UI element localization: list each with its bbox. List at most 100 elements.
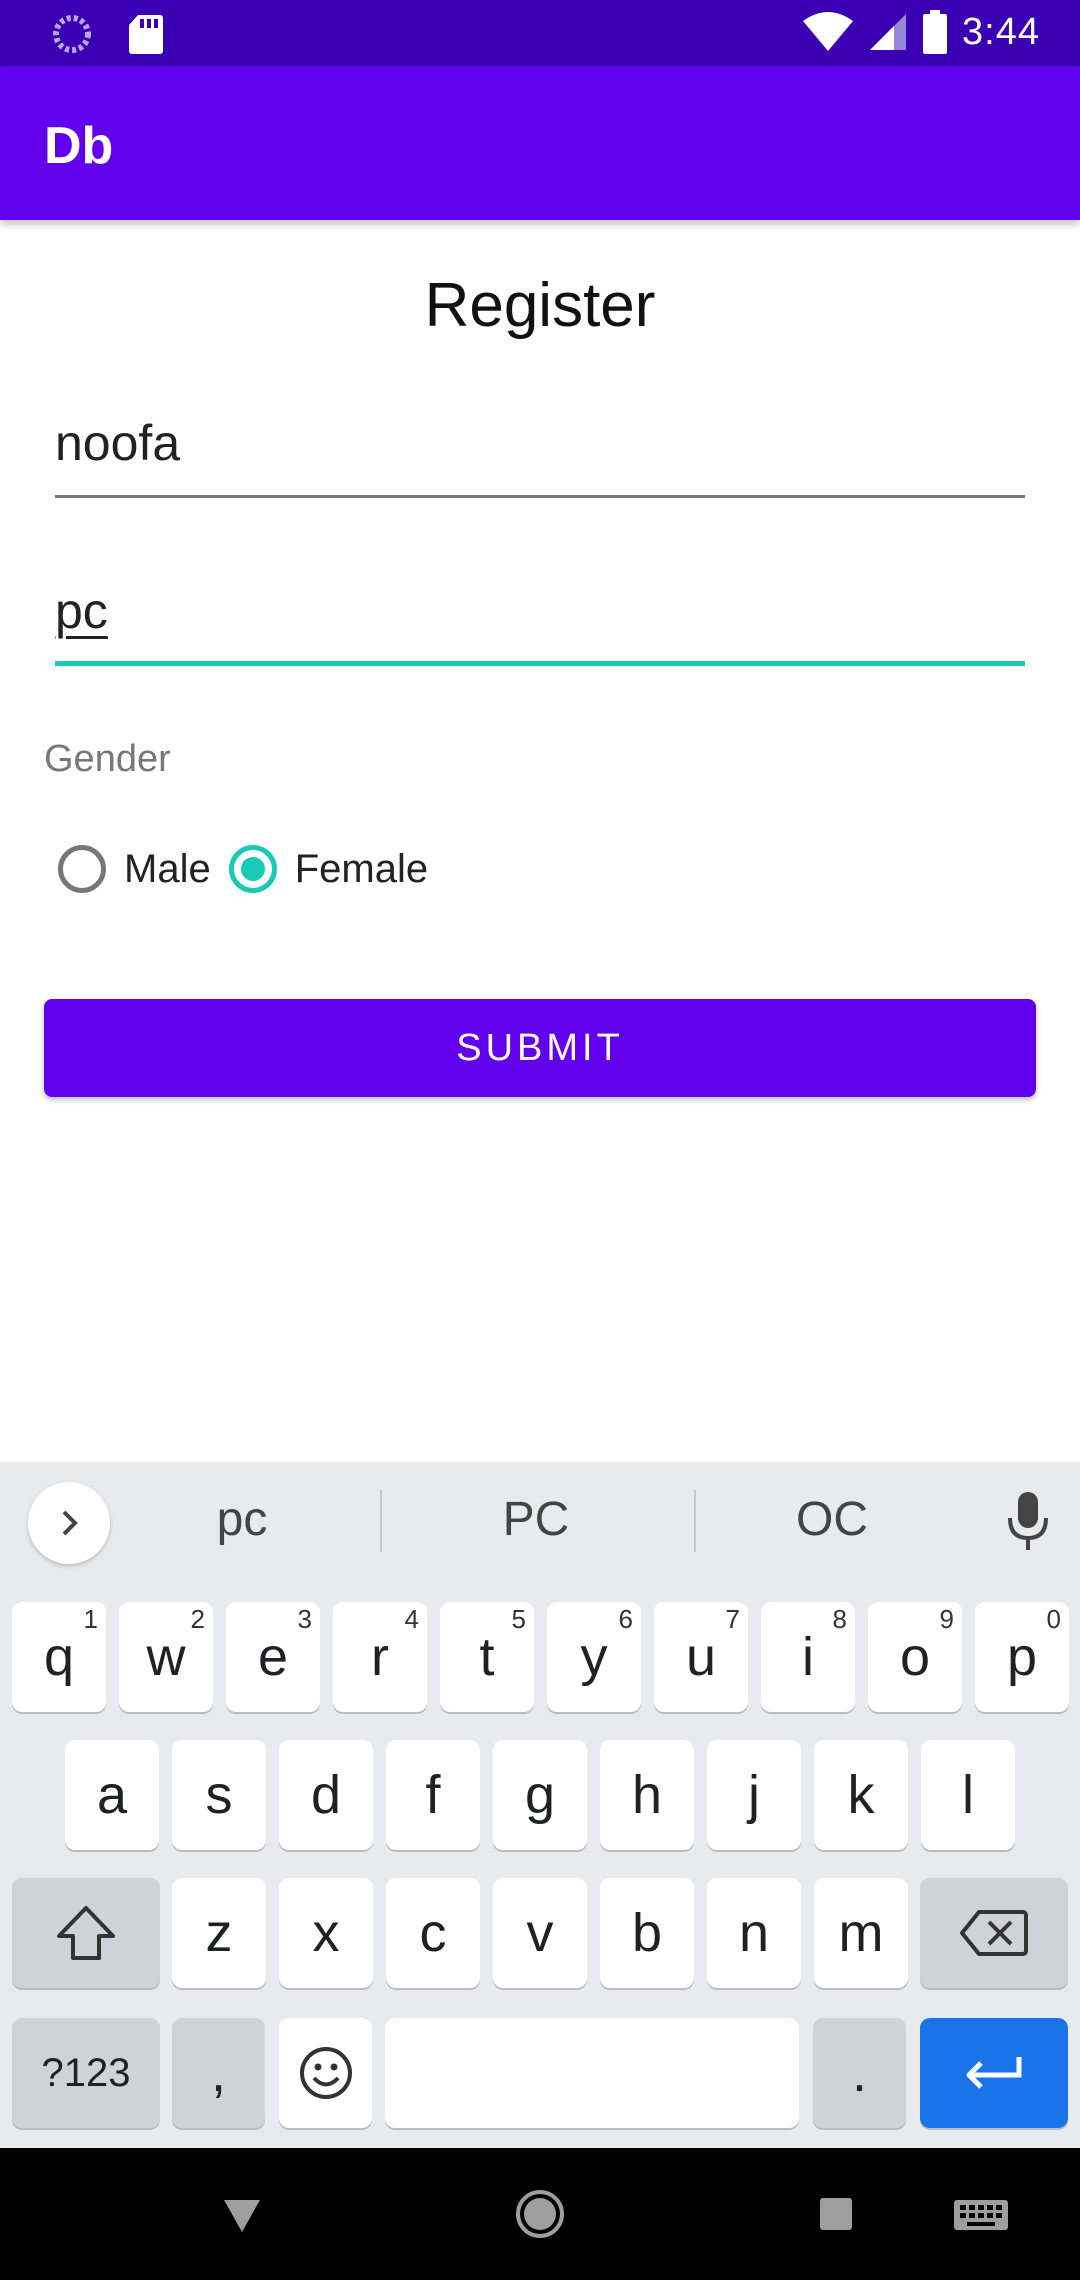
male-label[interactable]: Male: [124, 847, 211, 892]
key-label: r: [371, 1627, 389, 1687]
name-field-value: noofa: [55, 415, 181, 471]
status-bar: 3:44: [0, 0, 1080, 66]
key-label: x: [312, 1903, 340, 1963]
key-v[interactable]: v: [493, 1878, 587, 1988]
second-field-value: pc: [55, 583, 108, 639]
emoji-key[interactable]: [279, 2018, 372, 2128]
key-a[interactable]: a: [65, 1740, 159, 1850]
field-underline-focused: [55, 661, 1025, 666]
key-h[interactable]: h: [600, 1740, 694, 1850]
key-q[interactable]: q1: [12, 1602, 106, 1712]
microphone-icon[interactable]: [1006, 1490, 1050, 1552]
key-hint: 1: [83, 1604, 98, 1634]
chevron-right-icon: [62, 1510, 78, 1536]
key-hint: 8: [832, 1604, 847, 1634]
key-o[interactable]: o9: [868, 1602, 962, 1712]
key-z[interactable]: z: [172, 1878, 266, 1988]
submit-button[interactable]: SUBMIT: [44, 999, 1036, 1097]
keyboard: pc PC OC ?123 , . q 1 w 2 e 3 r 4 t 5 y …: [0, 1462, 1080, 2148]
key-label: t: [479, 1627, 495, 1687]
battery-icon: [923, 10, 948, 54]
app-title: Db: [44, 117, 114, 175]
shift-key[interactable]: [12, 1878, 160, 1988]
key-s[interactable]: s: [172, 1740, 266, 1850]
key-label: e: [257, 1627, 289, 1687]
loading-icon: [53, 15, 91, 53]
key-i[interactable]: i8: [761, 1602, 855, 1712]
navigation-bar: [0, 2148, 1080, 2280]
key-j[interactable]: j: [707, 1740, 801, 1850]
male-radio[interactable]: [58, 845, 106, 893]
name-field[interactable]: noofa: [55, 415, 1025, 498]
female-radio[interactable]: [228, 845, 277, 893]
keyboard-switch-icon[interactable]: [952, 2198, 1010, 2238]
suggestion-1[interactable]: pc: [102, 1492, 382, 1547]
cell-signal-icon: [870, 14, 907, 50]
key-d[interactable]: d: [279, 1740, 373, 1850]
key-l[interactable]: l: [921, 1740, 1015, 1850]
key-b[interactable]: b: [600, 1878, 694, 1988]
key-label: i: [802, 1627, 814, 1687]
key-label: u: [685, 1627, 717, 1687]
key-w[interactable]: w2: [119, 1602, 213, 1712]
key-label: n: [738, 1903, 770, 1963]
key-hint: 4: [404, 1604, 419, 1634]
key-label: v: [526, 1903, 554, 1963]
key-label: h: [631, 1765, 663, 1825]
app-bar: Db: [0, 66, 1080, 220]
key-label: c: [419, 1903, 447, 1963]
key-k[interactable]: k: [814, 1740, 908, 1850]
back-icon[interactable]: [222, 2198, 262, 2234]
key-r[interactable]: r4: [333, 1602, 427, 1712]
expand-suggestions-button[interactable]: [28, 1482, 110, 1564]
key-label: g: [524, 1765, 556, 1825]
key-label: a: [96, 1765, 128, 1825]
female-label[interactable]: Female: [295, 847, 428, 892]
key-label: y: [580, 1627, 608, 1687]
key-hint: 9: [939, 1604, 954, 1634]
period-key[interactable]: .: [813, 2018, 906, 2128]
key-label: p: [1006, 1627, 1038, 1687]
key-u[interactable]: u7: [654, 1602, 748, 1712]
home-icon[interactable]: [514, 2188, 566, 2240]
key-f[interactable]: f: [386, 1740, 480, 1850]
key-y[interactable]: y6: [547, 1602, 641, 1712]
backspace-key[interactable]: [920, 1878, 1068, 1988]
key-label: o: [899, 1627, 931, 1687]
key-n[interactable]: n: [707, 1878, 801, 1988]
key-g[interactable]: g: [493, 1740, 587, 1850]
suggestion-2[interactable]: PC: [396, 1492, 676, 1547]
comma-key[interactable]: ,: [172, 2018, 265, 2128]
key-label: k: [847, 1765, 875, 1825]
key-e[interactable]: e3: [226, 1602, 320, 1712]
key-m[interactable]: m: [814, 1878, 908, 1988]
key-x[interactable]: x: [279, 1878, 373, 1988]
gender-radio-group: Male Female: [58, 845, 446, 893]
symbols-key[interactable]: ?123: [12, 2018, 160, 2128]
recents-icon[interactable]: [818, 2196, 854, 2232]
key-label: q: [43, 1627, 75, 1687]
key-label: j: [748, 1765, 760, 1825]
key-hint: 3: [297, 1604, 312, 1634]
second-field[interactable]: pc: [55, 583, 1025, 666]
key-label: s: [205, 1765, 233, 1825]
key-label: l: [962, 1765, 974, 1825]
suggestion-3[interactable]: OC: [692, 1492, 972, 1547]
key-label: f: [425, 1765, 441, 1825]
shift-icon: [57, 1906, 115, 1960]
backspace-icon: [960, 1910, 1028, 1956]
key-label: m: [838, 1903, 884, 1963]
key-p[interactable]: p0: [975, 1602, 1069, 1712]
key-hint: 6: [618, 1604, 633, 1634]
space-key[interactable]: [385, 2018, 799, 2128]
enter-key[interactable]: [920, 2018, 1068, 2128]
key-c[interactable]: c: [386, 1878, 480, 1988]
key-hint: 7: [725, 1604, 740, 1634]
key-label: w: [146, 1627, 186, 1687]
key-label: b: [631, 1903, 663, 1963]
field-underline: [55, 495, 1025, 498]
page-title: Register: [424, 271, 656, 340]
key-t[interactable]: t5: [440, 1602, 534, 1712]
suggestion-strip: pc PC OC: [0, 1462, 1080, 1584]
enter-icon: [966, 2057, 1022, 2089]
